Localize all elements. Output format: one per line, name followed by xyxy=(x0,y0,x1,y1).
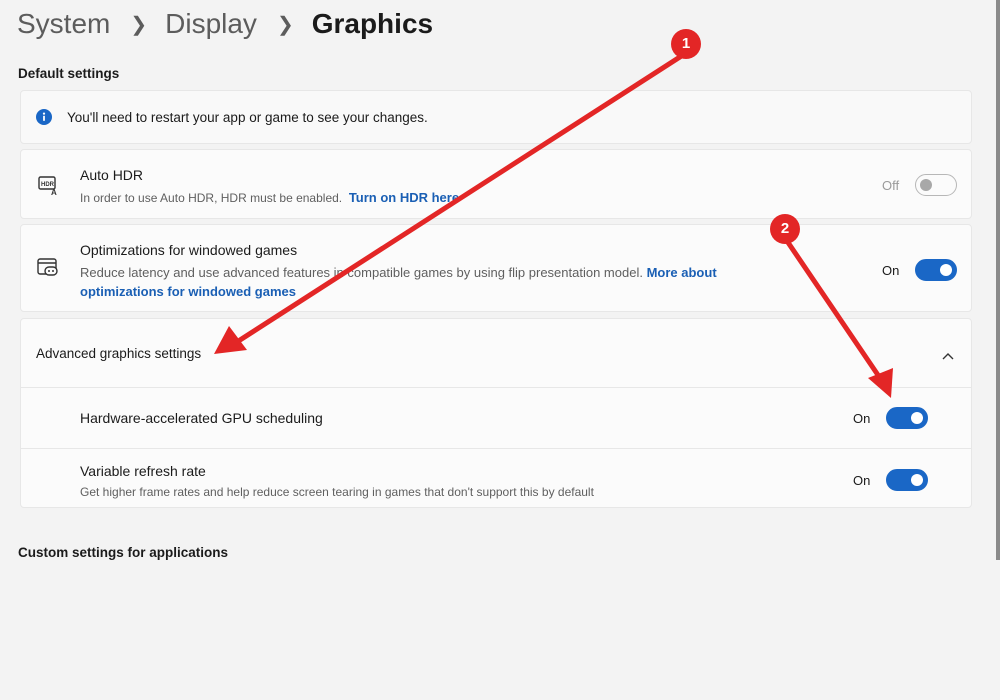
chevron-right-icon: ❯ xyxy=(276,13,294,36)
auto-hdr-title: Auto HDR xyxy=(80,167,144,183)
advanced-graphics-header[interactable]: Advanced graphics settings xyxy=(21,319,971,387)
auto-hdr-state-label: Off xyxy=(882,178,900,193)
breadcrumb-display[interactable]: Display xyxy=(165,8,257,40)
auto-hdr-card: HDR A Auto HDR In order to use Auto HDR, … xyxy=(20,149,972,219)
info-banner-text: You'll need to restart your app or game … xyxy=(67,110,428,125)
variable-refresh-state-label: On xyxy=(853,473,871,488)
breadcrumb: System ❯ Display ❯ Graphics xyxy=(17,8,433,40)
restart-info-banner: You'll need to restart your app or game … xyxy=(20,90,972,144)
annotation-badge-1: 1 xyxy=(671,29,701,59)
windowed-games-state-label: On xyxy=(882,263,900,278)
gpu-scheduling-state-label: On xyxy=(853,411,871,426)
chevron-right-icon: ❯ xyxy=(130,13,148,36)
section-title-custom: Custom settings for applications xyxy=(18,545,229,560)
auto-hdr-toggle[interactable] xyxy=(915,174,957,196)
section-title-default: Default settings xyxy=(18,66,120,81)
auto-hdr-description: In order to use Auto HDR, HDR must be en… xyxy=(80,190,459,205)
windowed-game-icon xyxy=(37,258,59,283)
svg-text:A: A xyxy=(51,188,57,196)
windowed-games-title: Optimizations for windowed games xyxy=(80,242,298,258)
windowed-games-card: Optimizations for windowed games Reduce … xyxy=(20,224,972,312)
variable-refresh-description: Get higher frame rates and help reduce s… xyxy=(80,485,594,499)
info-icon xyxy=(36,109,52,130)
variable-refresh-toggle[interactable] xyxy=(886,469,928,491)
auto-hdr-desc-text: In order to use Auto HDR, HDR must be en… xyxy=(80,191,343,205)
advanced-graphics-expander: Advanced graphics settings Hardware-acce… xyxy=(20,318,972,508)
annotation-badge-2: 2 xyxy=(770,214,800,244)
windowed-games-toggle[interactable] xyxy=(915,259,957,281)
chevron-up-icon[interactable] xyxy=(942,347,954,365)
hdr-icon: HDR A xyxy=(38,176,60,201)
variable-refresh-row: Variable refresh rate Get higher frame r… xyxy=(21,449,971,507)
windowed-games-link[interactable]: optimizations for windowed games xyxy=(80,284,296,299)
variable-refresh-title: Variable refresh rate xyxy=(80,463,206,479)
gpu-scheduling-row: Hardware-accelerated GPU scheduling On xyxy=(21,388,971,448)
page-title: Graphics xyxy=(311,8,434,39)
scrollbar[interactable] xyxy=(996,0,1000,560)
windowed-games-description: Reduce latency and use advanced features… xyxy=(80,263,820,301)
more-about-link[interactable]: More about xyxy=(647,265,717,280)
gpu-scheduling-toggle[interactable] xyxy=(886,407,928,429)
breadcrumb-system[interactable]: System xyxy=(17,8,110,40)
windowed-games-desc-text: Reduce latency and use advanced features… xyxy=(80,265,643,280)
turn-on-hdr-link[interactable]: Turn on HDR here xyxy=(349,190,459,205)
gpu-scheduling-title: Hardware-accelerated GPU scheduling xyxy=(80,410,323,426)
advanced-graphics-title: Advanced graphics settings xyxy=(36,346,202,361)
